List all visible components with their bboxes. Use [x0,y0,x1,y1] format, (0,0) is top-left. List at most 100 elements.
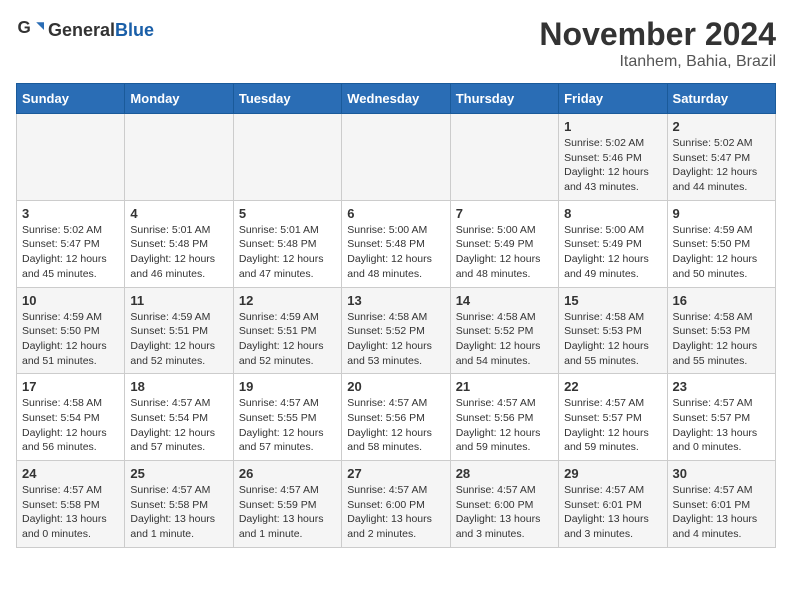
day-number: 4 [130,206,227,221]
day-info: Sunrise: 4:58 AM Sunset: 5:53 PM Dayligh… [564,310,661,369]
day-info: Sunrise: 4:57 AM Sunset: 5:57 PM Dayligh… [564,396,661,455]
day-info: Sunrise: 4:57 AM Sunset: 5:56 PM Dayligh… [456,396,553,455]
day-number: 11 [130,293,227,308]
day-info: Sunrise: 5:02 AM Sunset: 5:46 PM Dayligh… [564,136,661,195]
calendar-week-row: 1 Sunrise: 5:02 AM Sunset: 5:46 PM Daylig… [17,114,776,201]
day-number: 22 [564,379,661,394]
day-number: 21 [456,379,553,394]
calendar-cell: 11 Sunrise: 4:59 AM Sunset: 5:51 PM Dayli… [125,287,233,374]
day-info: Sunrise: 4:57 AM Sunset: 5:54 PM Dayligh… [130,396,227,455]
calendar-cell: 25 Sunrise: 4:57 AM Sunset: 5:58 PM Dayli… [125,461,233,548]
calendar-cell: 16 Sunrise: 4:58 AM Sunset: 5:53 PM Dayli… [667,287,775,374]
day-number: 27 [347,466,444,481]
day-number: 30 [673,466,770,481]
title-area: November 2024 Itanhem, Bahia, Brazil [539,16,776,71]
day-info: Sunrise: 4:58 AM Sunset: 5:54 PM Dayligh… [22,396,119,455]
day-info: Sunrise: 4:58 AM Sunset: 5:52 PM Dayligh… [347,310,444,369]
calendar-cell: 2Sunrise: 5:02 AM Sunset: 5:47 PM Daylig… [667,114,775,201]
calendar-cell: 28Sunrise: 4:57 AM Sunset: 6:00 PM Dayli… [450,461,558,548]
day-info: Sunrise: 5:00 AM Sunset: 5:48 PM Dayligh… [347,223,444,282]
calendar-cell: 7 Sunrise: 5:00 AM Sunset: 5:49 PM Daylig… [450,200,558,287]
calendar-cell: 5Sunrise: 5:01 AM Sunset: 5:48 PM Daylig… [233,200,341,287]
day-info: Sunrise: 4:58 AM Sunset: 5:53 PM Dayligh… [673,310,770,369]
day-number: 18 [130,379,227,394]
day-number: 7 [456,206,553,221]
calendar-cell: 22 Sunrise: 4:57 AM Sunset: 5:57 PM Dayli… [559,374,667,461]
day-info: Sunrise: 4:57 AM Sunset: 5:56 PM Dayligh… [347,396,444,455]
calendar-cell [233,114,341,201]
calendar-cell: 4 Sunrise: 5:01 AM Sunset: 5:48 PM Daylig… [125,200,233,287]
calendar-cell: 20 Sunrise: 4:57 AM Sunset: 5:56 PM Dayli… [342,374,450,461]
calendar-cell [17,114,125,201]
calendar-header-row: SundayMondayTuesdayWednesdayThursdayFrid… [17,84,776,114]
day-info: Sunrise: 4:57 AM Sunset: 5:58 PM Dayligh… [130,483,227,542]
calendar-cell: 13 Sunrise: 4:58 AM Sunset: 5:52 PM Dayli… [342,287,450,374]
calendar-table: SundayMondayTuesdayWednesdayThursdayFrid… [16,83,776,548]
header-saturday: Saturday [667,84,775,114]
calendar-cell: 24 Sunrise: 4:57 AM Sunset: 5:58 PM Dayli… [17,461,125,548]
day-info: Sunrise: 4:57 AM Sunset: 5:58 PM Dayligh… [22,483,119,542]
day-info: Sunrise: 4:59 AM Sunset: 5:50 PM Dayligh… [22,310,119,369]
calendar-cell: 19Sunrise: 4:57 AM Sunset: 5:55 PM Dayli… [233,374,341,461]
calendar-cell [125,114,233,201]
day-number: 26 [239,466,336,481]
day-number: 28 [456,466,553,481]
day-info: Sunrise: 4:58 AM Sunset: 5:52 PM Dayligh… [456,310,553,369]
day-number: 17 [22,379,119,394]
day-number: 20 [347,379,444,394]
day-number: 19 [239,379,336,394]
day-info: Sunrise: 4:57 AM Sunset: 6:00 PM Dayligh… [347,483,444,542]
header-wednesday: Wednesday [342,84,450,114]
page-title: November 2024 [539,16,776,53]
calendar-week-row: 17 Sunrise: 4:58 AM Sunset: 5:54 PM Dayli… [17,374,776,461]
calendar-cell: 29 Sunrise: 4:57 AM Sunset: 6:01 PM Dayli… [559,461,667,548]
day-number: 29 [564,466,661,481]
header: G GeneralBlue November 2024 Itanhem, Bah… [16,16,776,71]
calendar-cell: 14 Sunrise: 4:58 AM Sunset: 5:52 PM Dayli… [450,287,558,374]
header-tuesday: Tuesday [233,84,341,114]
calendar-cell: 3 Sunrise: 5:02 AM Sunset: 5:47 PM Daylig… [17,200,125,287]
day-number: 13 [347,293,444,308]
calendar-cell: 30Sunrise: 4:57 AM Sunset: 6:01 PM Dayli… [667,461,775,548]
day-info: Sunrise: 4:57 AM Sunset: 5:59 PM Dayligh… [239,483,336,542]
day-info: Sunrise: 5:00 AM Sunset: 5:49 PM Dayligh… [564,223,661,282]
day-number: 23 [673,379,770,394]
calendar-cell: 8Sunrise: 5:00 AM Sunset: 5:49 PM Daylig… [559,200,667,287]
day-info: Sunrise: 4:59 AM Sunset: 5:51 PM Dayligh… [130,310,227,369]
day-number: 25 [130,466,227,481]
day-number: 16 [673,293,770,308]
calendar-cell [450,114,558,201]
calendar-cell: 9Sunrise: 4:59 AM Sunset: 5:50 PM Daylig… [667,200,775,287]
day-number: 15 [564,293,661,308]
calendar-cell [342,114,450,201]
day-info: Sunrise: 5:00 AM Sunset: 5:49 PM Dayligh… [456,223,553,282]
calendar-cell: 18 Sunrise: 4:57 AM Sunset: 5:54 PM Dayli… [125,374,233,461]
calendar-cell: 21 Sunrise: 4:57 AM Sunset: 5:56 PM Dayli… [450,374,558,461]
calendar-week-row: 3 Sunrise: 5:02 AM Sunset: 5:47 PM Daylig… [17,200,776,287]
calendar-week-row: 24 Sunrise: 4:57 AM Sunset: 5:58 PM Dayli… [17,461,776,548]
calendar-cell: 17 Sunrise: 4:58 AM Sunset: 5:54 PM Dayli… [17,374,125,461]
header-friday: Friday [559,84,667,114]
calendar-cell: 15 Sunrise: 4:58 AM Sunset: 5:53 PM Dayli… [559,287,667,374]
page-subtitle: Itanhem, Bahia, Brazil [539,53,776,71]
calendar-cell: 10 Sunrise: 4:59 AM Sunset: 5:50 PM Dayli… [17,287,125,374]
header-sunday: Sunday [17,84,125,114]
day-info: Sunrise: 5:01 AM Sunset: 5:48 PM Dayligh… [130,223,227,282]
svg-text:G: G [18,18,31,37]
day-info: Sunrise: 4:57 AM Sunset: 6:01 PM Dayligh… [564,483,661,542]
calendar-cell: 23 Sunrise: 4:57 AM Sunset: 5:57 PM Dayli… [667,374,775,461]
day-number: 3 [22,206,119,221]
calendar-cell: 12Sunrise: 4:59 AM Sunset: 5:51 PM Dayli… [233,287,341,374]
day-number: 14 [456,293,553,308]
day-info: Sunrise: 4:57 AM Sunset: 5:57 PM Dayligh… [673,396,770,455]
day-number: 10 [22,293,119,308]
logo-text: GeneralBlue [48,20,154,41]
day-info: Sunrise: 5:02 AM Sunset: 5:47 PM Dayligh… [22,223,119,282]
day-number: 6 [347,206,444,221]
day-number: 1 [564,119,661,134]
day-number: 5 [239,206,336,221]
header-thursday: Thursday [450,84,558,114]
day-number: 2 [673,119,770,134]
day-number: 12 [239,293,336,308]
day-number: 24 [22,466,119,481]
